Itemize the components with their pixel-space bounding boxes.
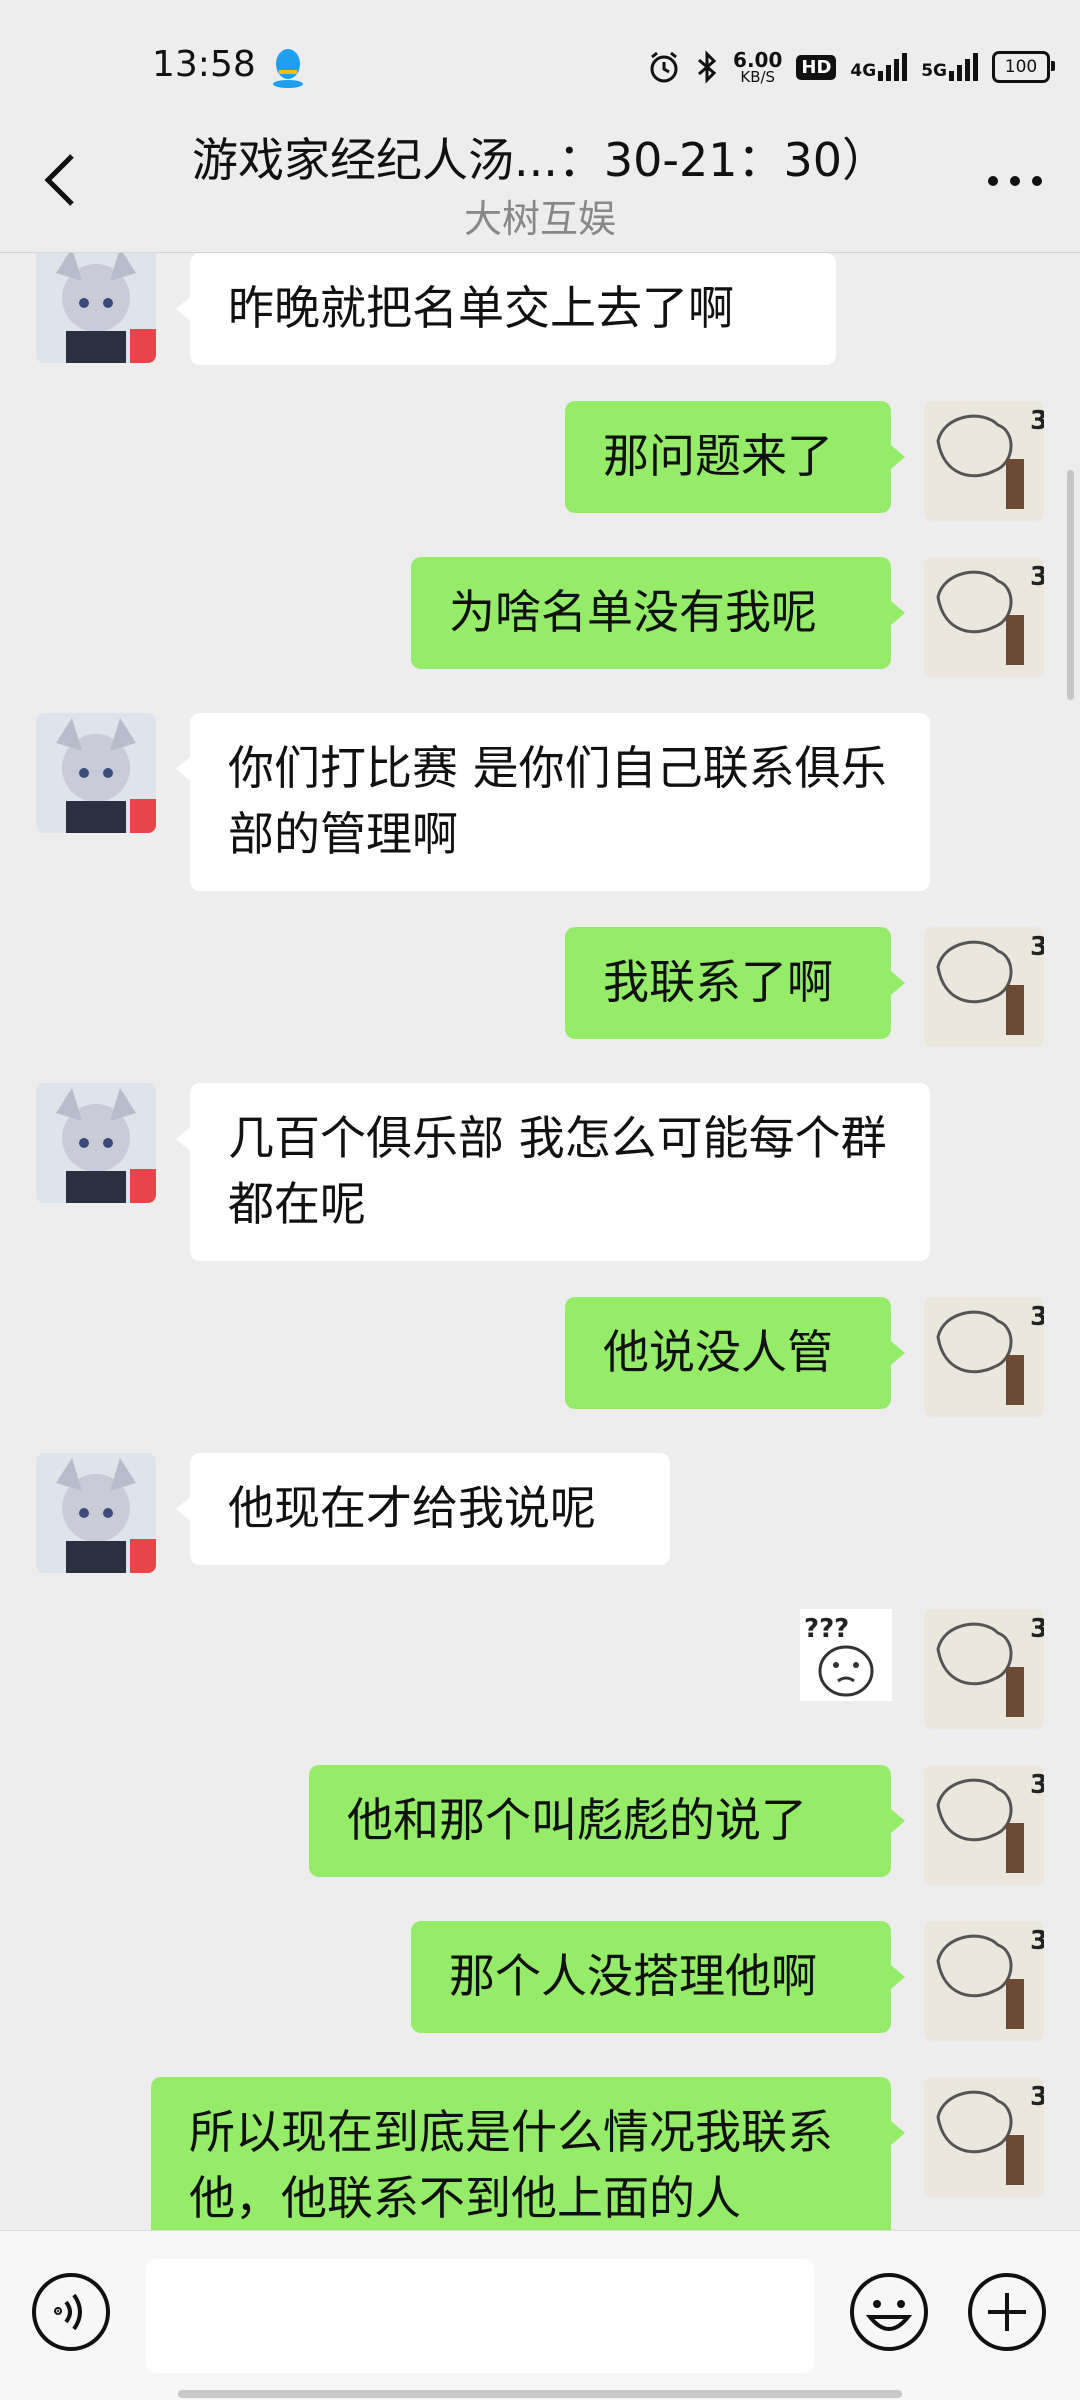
scrollbar[interactable]	[1067, 470, 1074, 700]
my-avatar[interactable]: 3	[924, 1609, 1044, 1729]
chat-subtitle: 大树互娱	[463, 197, 616, 241]
svg-text:3: 3	[1030, 1770, 1044, 1800]
my-avatar[interactable]: 3	[924, 2077, 1044, 2197]
my-avatar[interactable]: 3	[924, 401, 1044, 521]
hd-badge: HD	[796, 54, 837, 80]
my-avatar[interactable]: 3	[924, 557, 1044, 677]
message-bubble-right[interactable]: 那个人没搭理他啊	[411, 1921, 905, 2033]
network-speed-value: 6.00	[733, 47, 783, 72]
signal-5g-label: 5G	[921, 61, 947, 81]
contact-avatar[interactable]	[36, 253, 156, 363]
voice-icon	[32, 2273, 110, 2351]
my-avatar[interactable]: 3	[924, 1297, 1044, 1417]
svg-text:3: 3	[1030, 406, 1044, 436]
plus-icon	[968, 2273, 1046, 2351]
chat-title: 游戏家经纪人汤...：30-21：30）	[191, 133, 889, 187]
message-bubble-right[interactable]: 他说没人管	[565, 1297, 905, 1409]
alarm-icon	[647, 50, 681, 84]
contact-avatar[interactable]	[36, 1083, 156, 1203]
message-list[interactable]: 昨晚就把名单交上去了啊 那问题来了 3 为啥名单没有我呢 3 你们打比赛 是你们…	[0, 253, 1080, 2230]
voice-button[interactable]	[30, 2271, 112, 2353]
svg-text:3: 3	[1030, 1926, 1044, 1956]
more-dots-icon	[988, 176, 1042, 186]
signal-bars-icon	[878, 53, 908, 81]
confused-sticker[interactable]: ???	[800, 1609, 892, 1701]
status-icons: 6.00 KB/S HD 4G 5G 100	[647, 44, 1055, 90]
chevron-left-icon	[44, 154, 74, 206]
svg-text:3: 3	[1030, 562, 1044, 592]
message-bubble-right[interactable]: 为啥名单没有我呢	[411, 557, 905, 669]
confused-sticker-icon: ???	[804, 1614, 874, 1697]
message-bubble-left[interactable]: 几百个俱乐部 我怎么可能每个群都在呢	[176, 1083, 930, 1261]
emoji-icon	[850, 2273, 928, 2351]
battery-level: 100	[1004, 57, 1038, 77]
status-time: 13:58	[152, 44, 256, 85]
svg-text:3: 3	[1030, 932, 1044, 962]
plus-button[interactable]	[966, 2271, 1048, 2353]
qq-icon	[273, 49, 303, 88]
message-bubble-right[interactable]: 我联系了啊	[565, 927, 905, 1039]
svg-text:3: 3	[1030, 1614, 1044, 1644]
message-bubble-left[interactable]: 你们打比赛 是你们自己联系俱乐部的管理啊	[176, 713, 930, 891]
more-button[interactable]	[980, 156, 1050, 206]
home-indicator[interactable]	[178, 2390, 902, 2398]
sticker-text: ???	[804, 1614, 849, 1644]
emoji-button[interactable]	[848, 2271, 930, 2353]
back-button[interactable]	[30, 140, 90, 220]
signal-4g: 4G	[850, 53, 908, 81]
my-avatar[interactable]: 3	[924, 1921, 1044, 2041]
network-speed: 6.00 KB/S	[733, 50, 782, 85]
my-avatar[interactable]: 3	[924, 927, 1044, 1047]
message-bubble-right[interactable]: 所以现在到底是什么情况我联系他，他联系不到他上面的人	[151, 2077, 905, 2230]
bluetooth-icon	[695, 50, 719, 84]
message-bubble-right[interactable]: 他和那个叫彪彪的说了	[309, 1765, 905, 1877]
contact-avatar[interactable]	[36, 1453, 156, 1573]
message-bubble-left[interactable]: 昨晚就把名单交上去了啊	[176, 253, 836, 365]
signal-4g-label: 4G	[850, 61, 877, 81]
chat-screen: 13:58 6.00 KB/S HD 4G 5G 100 游戏家经纪人汤...：…	[0, 0, 1080, 2400]
contact-avatar[interactable]	[36, 713, 156, 833]
message-bubble-left[interactable]: 他现在才给我说呢	[176, 1453, 670, 1565]
svg-text:3: 3	[1030, 1302, 1044, 1332]
my-avatar[interactable]: 3	[924, 1765, 1044, 1885]
signal-bars-icon	[949, 53, 978, 81]
battery-icon: 100	[992, 51, 1055, 83]
status-bar: 13:58 6.00 KB/S HD 4G 5G 100	[0, 0, 1080, 128]
network-speed-unit: KB/S	[740, 67, 776, 86]
chat-header: 游戏家经纪人汤...：30-21：30） 大树互娱	[0, 110, 1080, 253]
input-bar	[0, 2230, 1080, 2400]
message-input[interactable]	[146, 2259, 814, 2373]
signal-5g: 5G	[921, 53, 978, 81]
message-bubble-right[interactable]: 那问题来了	[565, 401, 905, 513]
svg-text:3: 3	[1030, 2082, 1044, 2112]
